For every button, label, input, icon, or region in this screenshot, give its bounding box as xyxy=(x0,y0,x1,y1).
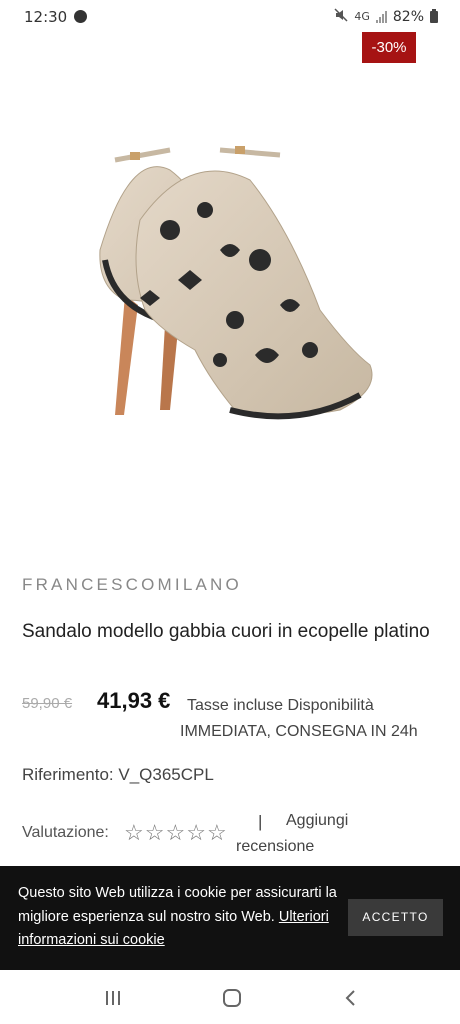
star-outline-icon[interactable]: ☆ xyxy=(165,820,185,846)
cookie-text: Questo sito Web utilizza i cookie per as… xyxy=(18,882,338,953)
battery-percent: 82% xyxy=(392,8,424,25)
status-right: 4G 82% xyxy=(334,8,438,25)
add-review-link[interactable]: Aggiungi xyxy=(286,812,348,830)
product-title: Sandalo modello gabbia cuori in ecopelle… xyxy=(22,621,430,642)
tax-availability: Tasse incluse Disponibilità IMMEDIATA, C… xyxy=(180,693,442,745)
notification-icon xyxy=(74,10,87,23)
battery-icon xyxy=(430,8,438,23)
discount-badge: -30% xyxy=(362,32,416,63)
star-outline-icon[interactable]: ☆ xyxy=(145,820,165,846)
add-review-link-continued[interactable]: recensione xyxy=(236,838,314,856)
product-reference: Riferimento: V_Q365CPL xyxy=(22,765,214,784)
rating-stars[interactable]: ☆ ☆ ☆ ☆ ☆ xyxy=(124,820,227,846)
star-outline-icon[interactable]: ☆ xyxy=(186,820,206,846)
product-image[interactable] xyxy=(20,110,440,450)
navigation-bar xyxy=(0,970,460,1024)
status-bar: 12:30 4G 82% xyxy=(0,0,460,34)
accept-cookies-button[interactable]: ACCETTO xyxy=(348,899,443,936)
back-icon[interactable] xyxy=(336,984,366,1012)
star-outline-icon[interactable]: ☆ xyxy=(124,820,144,846)
recent-apps-icon[interactable] xyxy=(98,984,128,1012)
rating-label: Valutazione: xyxy=(22,824,109,841)
rating-separator: | xyxy=(258,812,263,831)
signal-icon xyxy=(375,10,387,23)
mute-icon xyxy=(334,8,348,25)
status-time: 12:30 xyxy=(24,8,68,26)
network-type: 4G xyxy=(354,10,370,23)
price: 41,93 € xyxy=(97,688,171,713)
brand-name[interactable]: FRANCESCOMILANO xyxy=(22,575,242,595)
home-icon[interactable] xyxy=(217,984,247,1012)
delivery-line: IMMEDIATA, CONSEGNA IN 24h xyxy=(180,723,418,740)
star-outline-icon[interactable]: ☆ xyxy=(207,820,227,846)
tax-line: Tasse incluse Disponibilità xyxy=(187,697,374,714)
old-price: 59,90 € xyxy=(22,695,73,712)
cookie-banner: Questo sito Web utilizza i cookie per as… xyxy=(0,866,460,970)
